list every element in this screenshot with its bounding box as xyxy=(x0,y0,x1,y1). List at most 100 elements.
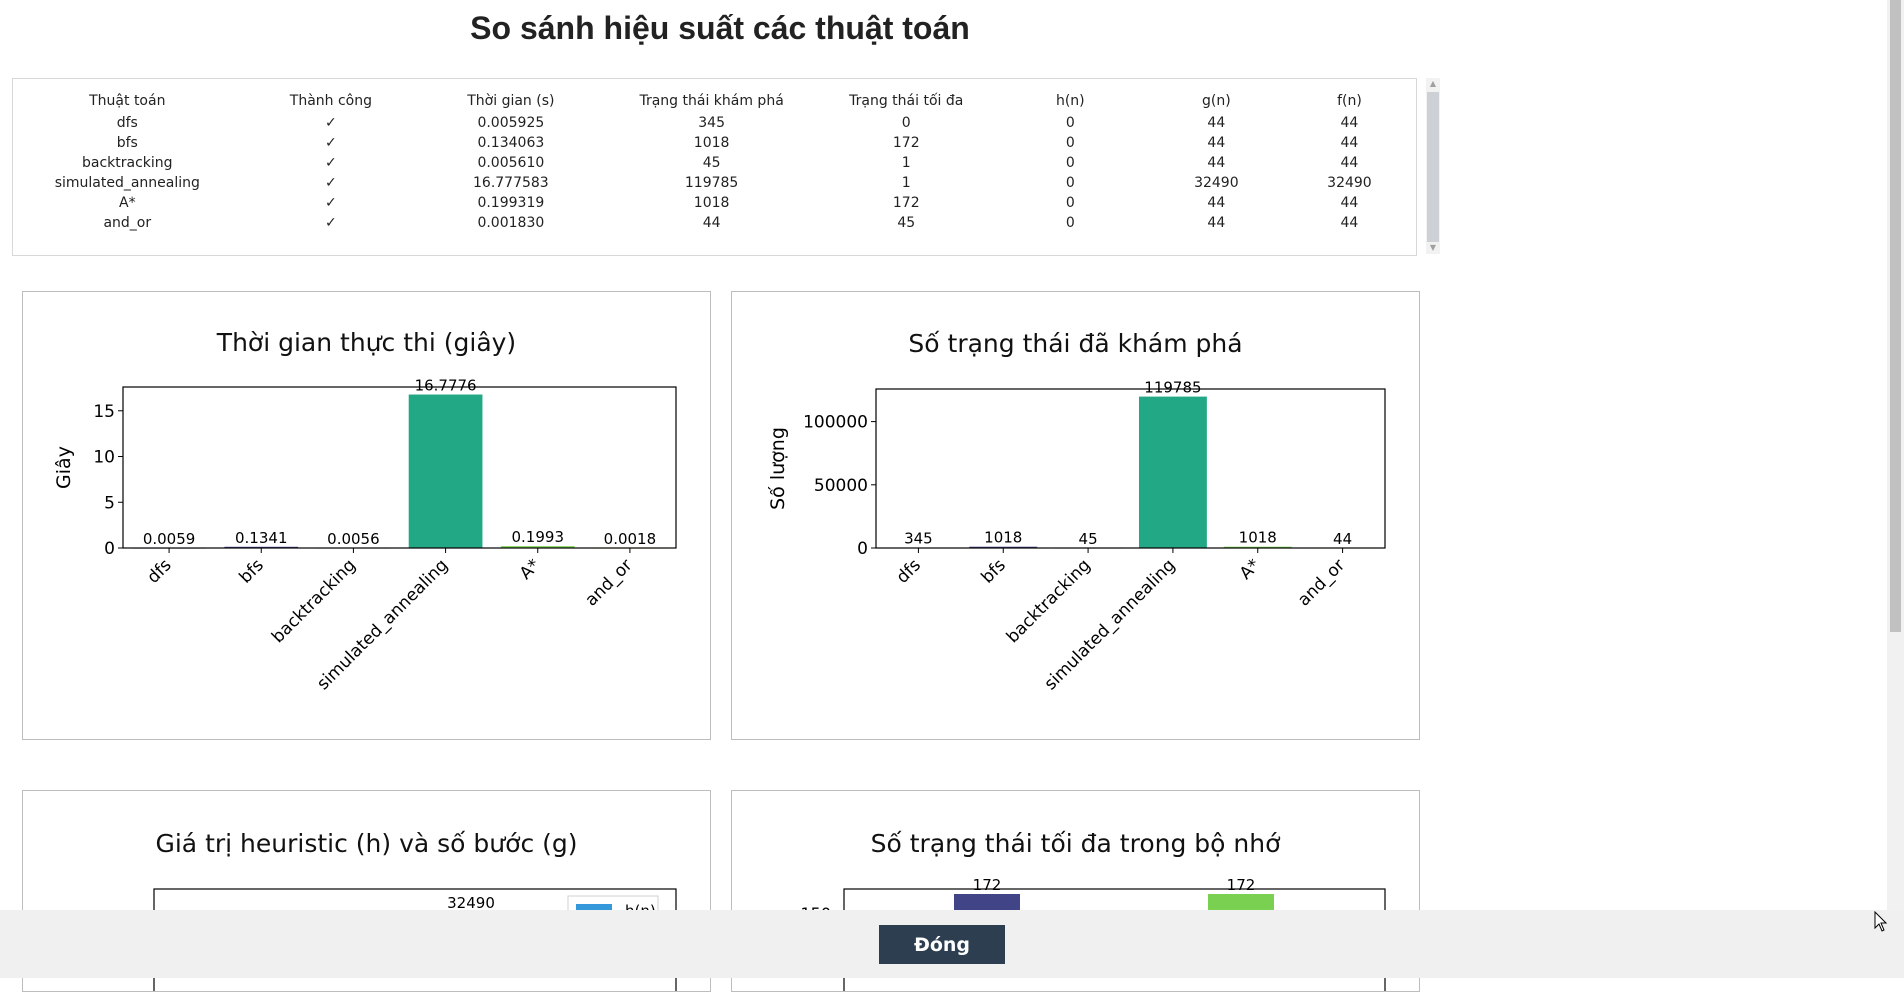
plot-frame xyxy=(875,388,1386,549)
x-tick-label: A* xyxy=(1236,555,1264,583)
table-cell: 119785 xyxy=(684,175,739,191)
y-tick-label: 15 xyxy=(93,402,115,422)
page-scrollbar[interactable] xyxy=(1887,0,1904,910)
page-title: So sánh hiệu suất các thuật toán xyxy=(470,10,970,46)
x-tick-label: and_or xyxy=(1294,555,1349,610)
table-body: dfs ✓ 0.005925 345 0 0 44 44 bfs ✓ 0.134063 1018 172… xyxy=(13,113,1416,233)
table-cell: ✓ xyxy=(325,195,337,211)
x-tick-label: A* xyxy=(516,555,544,583)
table-cell: 0 xyxy=(1065,115,1075,131)
plot-frame xyxy=(122,386,677,549)
table-cell: 1018 xyxy=(693,135,730,151)
x-tick-label: backtracking xyxy=(268,555,360,647)
bar-value-label: 45 xyxy=(1079,530,1098,548)
column-header: g(n) xyxy=(1202,93,1231,109)
y-tick-label: 0 xyxy=(104,539,115,559)
table-header-row: Thuật toán Thành công Thời gian (s) Trạng t… xyxy=(13,89,1416,113)
table-cell: 172 xyxy=(892,135,920,151)
bar-value-label: 1018 xyxy=(984,529,1022,547)
column-header: h(n) xyxy=(1055,93,1085,109)
y-axis-label: Giây xyxy=(53,446,75,489)
chart-panel-execution-time: Thời gian thực thi (giây) 0.0059 dfs 0.134… xyxy=(22,291,711,740)
bar-value-label: 345 xyxy=(904,530,933,548)
bar-value-label: 0.0018 xyxy=(604,530,657,548)
table-cell: 0.199319 xyxy=(477,195,545,211)
table-cell: 45 xyxy=(702,155,721,171)
results-table: Thuật toán Thành công Thời gian (s) Trạng t… xyxy=(13,89,1416,233)
y-tick-label: 5 xyxy=(104,493,115,513)
scroll-down-arrow-icon[interactable]: ▼ xyxy=(1426,242,1440,254)
bar-value-label: 0.1993 xyxy=(512,528,565,546)
bar-value-label: 172 xyxy=(1227,876,1256,894)
bar-value-label: 172 xyxy=(973,876,1002,894)
explored-states-chart: 345dfs1018bfs45backtracking119785simulat… xyxy=(767,379,1386,694)
table-cell: A* xyxy=(119,195,136,211)
table-cell: dfs xyxy=(116,115,138,131)
table-row: simulated_annealing ✓ 16.777583 119785 1 0 324… xyxy=(13,173,1416,193)
table-row: backtracking ✓ 0.005610 45 1 0 44 44 xyxy=(13,153,1416,173)
bar-value-label: 0.0056 xyxy=(327,530,380,548)
column-header: Trạng thái tối đa xyxy=(849,93,964,109)
table-cell: ✓ xyxy=(325,135,337,151)
table-cell: 0 xyxy=(1065,175,1075,191)
table-cell: 44 xyxy=(1207,155,1226,171)
table-cell: 345 xyxy=(698,115,725,131)
table-cell: ✓ xyxy=(325,215,337,231)
column-header: Thuật toán xyxy=(89,93,166,109)
column-header: Thời gian (s) xyxy=(467,93,555,109)
table-scrollbar[interactable]: ▲ ▼ xyxy=(1426,78,1440,254)
x-tick-label: bfs xyxy=(978,555,1010,587)
table-cell: ✓ xyxy=(325,175,337,191)
table-scrollbar-thumb[interactable] xyxy=(1427,92,1439,242)
table-cell: ✓ xyxy=(325,115,337,131)
x-tick-label: backtracking xyxy=(1003,555,1095,647)
bar xyxy=(408,394,483,548)
table-cell: 44 xyxy=(1207,135,1226,151)
table-row: A* ✓ 0.199319 1018 172 0 44 44 xyxy=(13,193,1416,213)
table-cell: ✓ xyxy=(325,155,337,171)
table-cell: 0.005610 xyxy=(477,155,545,171)
table-cell: 0.001830 xyxy=(477,215,545,231)
bar-value-label: 44 xyxy=(1333,530,1352,548)
table-cell: backtracking xyxy=(82,155,173,171)
close-button[interactable]: Đóng xyxy=(879,925,1005,964)
results-table-panel[interactable]: Thuật toán Thành công Thời gian (s) Trạng t… xyxy=(12,78,1417,256)
table-cell: bfs xyxy=(116,135,138,151)
table-row: bfs ✓ 0.134063 1018 172 0 44 44 xyxy=(13,133,1416,153)
table-cell: 32490 xyxy=(1327,175,1372,191)
table-cell: 44 xyxy=(1340,195,1359,211)
x-tick-label: and_or xyxy=(581,555,636,610)
table-cell: 44 xyxy=(1340,115,1359,131)
table-cell: 0 xyxy=(1065,135,1075,151)
table-cell: 44 xyxy=(702,215,721,231)
table-cell: simulated_annealing xyxy=(54,175,200,191)
mouse-cursor-icon xyxy=(1874,911,1888,932)
table-cell: 0.005925 xyxy=(477,115,545,131)
bar-value-label: 16.7776 xyxy=(415,377,477,395)
x-tick-label: bfs xyxy=(236,555,268,587)
table-cell: 44 xyxy=(1207,215,1226,231)
y-tick-label: 0 xyxy=(857,539,868,559)
table-cell: 44 xyxy=(1340,155,1359,171)
page-scrollbar-thumb[interactable] xyxy=(1890,0,1901,632)
table-row: and_or ✓ 0.001830 44 45 0 44 44 xyxy=(13,213,1416,233)
table-cell: 172 xyxy=(892,195,920,211)
table-cell: 0 xyxy=(901,115,911,131)
bar-value-label: 0.1341 xyxy=(235,529,288,547)
scroll-up-arrow-icon[interactable]: ▲ xyxy=(1426,78,1440,90)
table-cell: 0 xyxy=(1065,195,1075,211)
y-tick-label: 100000 xyxy=(803,413,868,433)
bar-value-label: 119785 xyxy=(1144,379,1201,397)
table-row: dfs ✓ 0.005925 345 0 0 44 44 xyxy=(13,113,1416,133)
chart-panel-explored-states: Số trạng thái đã khám phá 345 dfs 1018 bfs 4… xyxy=(731,291,1420,740)
table-cell: 0.134063 xyxy=(477,135,545,151)
table-cell: 44 xyxy=(1340,135,1359,151)
x-tick-label: dfs xyxy=(143,555,175,587)
y-tick-label: 10 xyxy=(93,448,115,468)
table-cell: and_or xyxy=(103,215,152,231)
execution-time-chart: 0.0059 dfs 0.1341 bfs 0.0056 backtracking 16.7… xyxy=(53,377,677,694)
table-cell: 44 xyxy=(1340,215,1359,231)
table-cell: 45 xyxy=(897,215,916,231)
column-header: Thành công xyxy=(289,93,372,109)
bar xyxy=(1138,396,1207,548)
